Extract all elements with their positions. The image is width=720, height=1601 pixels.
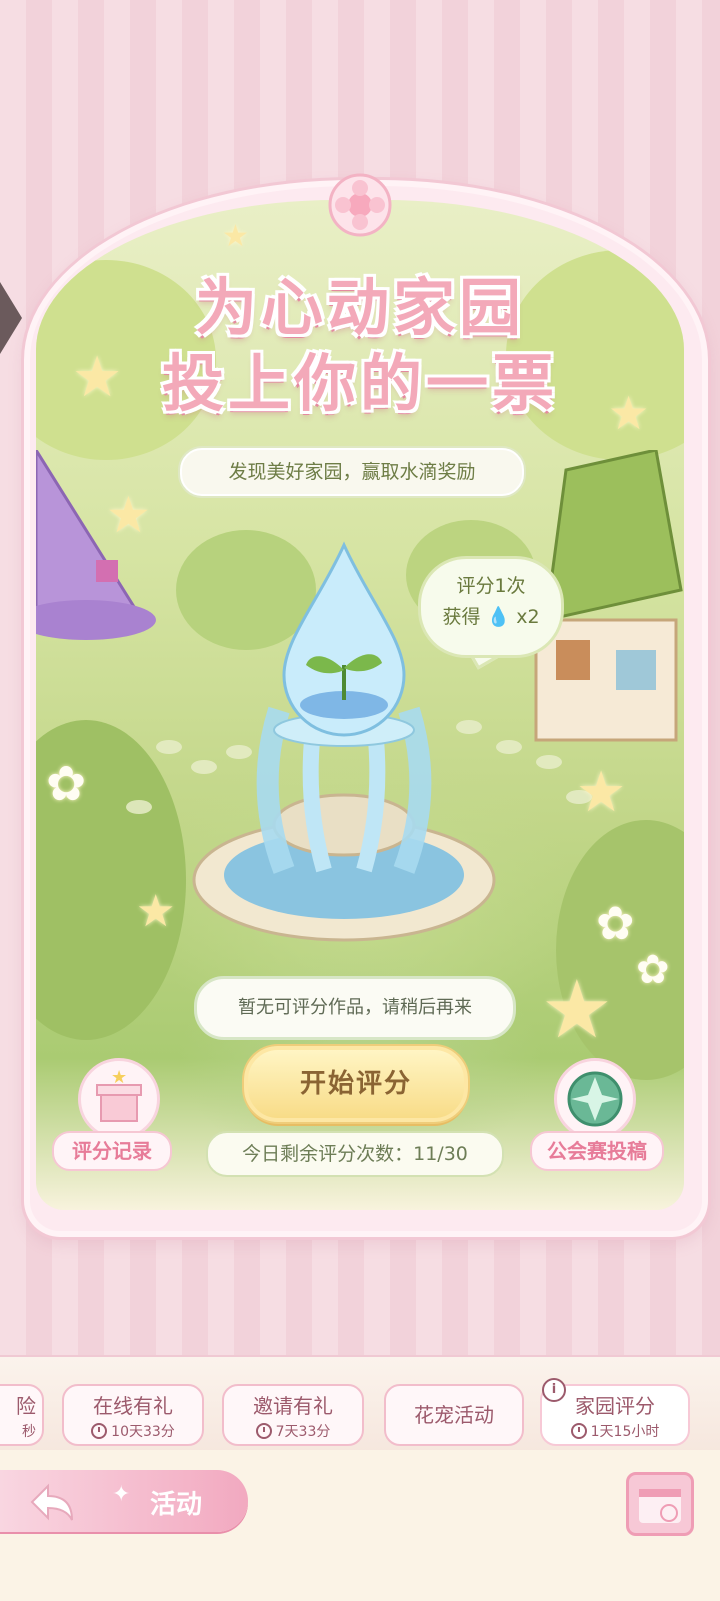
info-icon[interactable]: i bbox=[542, 1378, 566, 1402]
flower-icon: ✿ bbox=[46, 756, 87, 812]
side-arrow-icon[interactable] bbox=[0, 282, 22, 354]
flower-icon: ✿ bbox=[596, 896, 635, 950]
flower-ornament-icon bbox=[328, 173, 392, 237]
tab-time: 7天33分 bbox=[275, 1424, 331, 1440]
tab-title: 险 bbox=[16, 1394, 36, 1418]
water-drop-icon: 💧 bbox=[486, 606, 511, 628]
guild-submit-button[interactable]: 公会赛投稿 bbox=[530, 1131, 664, 1171]
activity-label: 活动 bbox=[150, 1490, 203, 1520]
calendar-icon[interactable] bbox=[626, 1472, 694, 1536]
tab-title: 花宠活动 bbox=[414, 1403, 494, 1427]
tab-time: 10天33分 bbox=[111, 1424, 175, 1440]
reward-suffix: x2 bbox=[516, 606, 540, 628]
tab-time: 1天15小时 bbox=[590, 1424, 660, 1440]
start-rating-button[interactable]: 开始评分 bbox=[244, 1046, 468, 1122]
tab-online-gift[interactable]: 在线有礼 10天33分 bbox=[62, 1384, 204, 1446]
star-icon: ★ bbox=[136, 886, 176, 937]
reward-line-2: 获得 💧 x2 bbox=[421, 602, 561, 629]
svg-text:★: ★ bbox=[111, 1067, 127, 1088]
remaining-count: 今日剩余评分次数：11/30 bbox=[206, 1131, 504, 1177]
witch-hat-icon bbox=[36, 450, 156, 640]
clock-icon bbox=[570, 1423, 587, 1439]
star-icon: ★ bbox=[72, 345, 123, 410]
banner-title: 为心动家园 投上你的一票 bbox=[120, 270, 600, 422]
flower-icon: ✿ bbox=[636, 947, 670, 993]
star-icon: ★ bbox=[222, 219, 249, 254]
gift-box-icon[interactable]: ★ bbox=[78, 1058, 160, 1140]
notice-banner: 暂无可评分作品，请稍后再来 bbox=[194, 976, 516, 1040]
star-icon: ★ bbox=[541, 963, 613, 1056]
clock-icon bbox=[255, 1423, 272, 1439]
title-line-1: 为心动家园 bbox=[194, 271, 525, 344]
star-icon: ★ bbox=[106, 486, 151, 544]
title-line-2: 投上你的一票 bbox=[161, 347, 558, 420]
star-icon: ★ bbox=[576, 760, 627, 825]
sparkle-icon: ✦ bbox=[112, 1482, 131, 1507]
tab-adventure[interactable]: 险 秒 bbox=[0, 1384, 44, 1446]
clock-icon bbox=[91, 1423, 108, 1439]
emerald-badge-icon[interactable] bbox=[554, 1058, 636, 1140]
tab-flower-pet-event[interactable]: 花宠活动 bbox=[384, 1384, 524, 1446]
tab-time: 秒 bbox=[22, 1424, 36, 1440]
tab-title: 邀请有礼 bbox=[253, 1394, 333, 1418]
back-arrow-icon[interactable] bbox=[28, 1478, 76, 1524]
reward-prefix: 获得 bbox=[442, 606, 481, 628]
banner-subtitle: 发现美好家园，赢取水滴奖励 bbox=[180, 448, 524, 496]
tab-invite-gift[interactable]: 邀请有礼 7天33分 bbox=[222, 1384, 364, 1446]
reward-line-1: 评分1次 bbox=[456, 575, 526, 597]
reward-bubble: 评分1次 获得 💧 x2 bbox=[418, 556, 564, 658]
tab-title: 在线有礼 bbox=[93, 1394, 173, 1418]
rating-record-button[interactable]: 评分记录 bbox=[52, 1131, 172, 1171]
star-icon: ★ bbox=[608, 386, 650, 440]
